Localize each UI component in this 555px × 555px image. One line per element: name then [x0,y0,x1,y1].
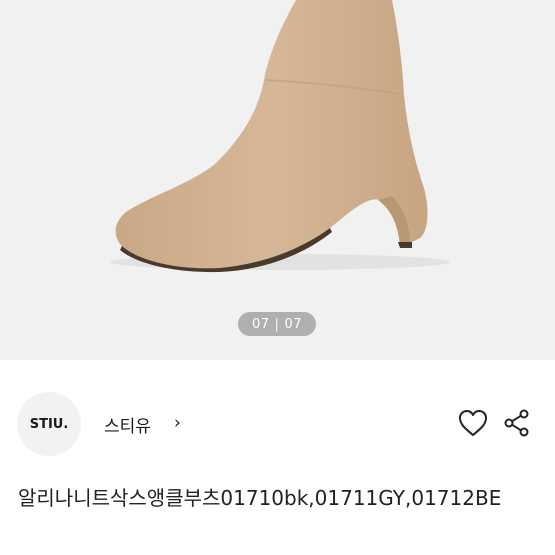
shop-info-row: STIU. 스티유 › [0,384,555,464]
shop-logo[interactable]: STIU. [17,392,81,456]
favorite-button[interactable] [457,408,489,438]
share-button[interactable] [504,409,530,437]
chevron-right-icon[interactable]: › [174,413,181,433]
share-icon [504,409,529,437]
shop-logo-text: STIU. [29,416,69,432]
heart-icon [459,410,487,436]
image-counter-separator: | [274,316,280,332]
product-image-gallery[interactable]: 07 | 07 [0,0,555,360]
product-title: 알리나니트삭스앵클부츠01710bk,01711GY,01712BE [18,486,502,510]
image-counter-total: 07 [284,316,302,332]
shop-name-link[interactable]: 스티유 [104,412,151,437]
image-counter: 07 | 07 [238,312,316,336]
image-counter-current: 07 [252,316,270,332]
product-image [110,0,450,273]
